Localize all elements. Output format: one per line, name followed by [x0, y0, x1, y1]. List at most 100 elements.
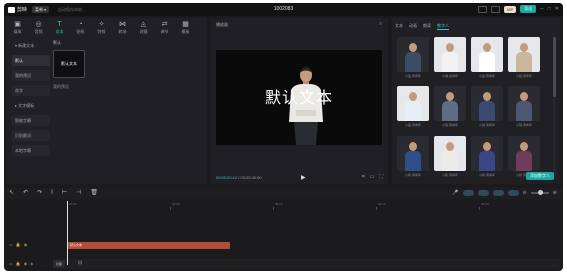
app-window: 剪映 菜单 ▾ 自动保存本地 ... 1002083 VIP 导出 ─ □ ✕ … — [4, 3, 563, 271]
ruler-tick — [170, 207, 171, 210]
avatar-head — [520, 43, 528, 52]
tab-audio[interactable]: ◎ 音频 — [28, 18, 49, 37]
track-type-icon: ▭ — [9, 261, 13, 266]
avatar-card[interactable]: 小铭·男青年 — [397, 86, 429, 131]
avatar-card[interactable]: 小铭·男青年 — [471, 37, 503, 82]
avatar-body — [405, 52, 421, 72]
preview-screen[interactable]: 默认文本 — [216, 50, 382, 145]
avatar-card[interactable]: 小新·男青年 — [471, 135, 503, 181]
avatar-head — [446, 43, 454, 52]
mic-icon[interactable]: 🎤 — [452, 190, 458, 196]
text-clip[interactable]: 默认文本 — [67, 242, 230, 249]
sidebar-item-default[interactable]: 默认 — [12, 55, 50, 66]
scrollbar-thumb[interactable] — [553, 37, 556, 97]
avatar-card[interactable]: 小铭·男青年 — [397, 37, 429, 82]
section-title: 默认 — [53, 40, 61, 45]
minimize-icon[interactable]: ─ — [540, 6, 544, 12]
player-controls: ⌗ ▭ ⛶ — [362, 174, 383, 180]
maximize-icon[interactable]: □ — [548, 6, 551, 12]
player-panel: 播放器 ≡ 默认文本 00:00:00:12 / 00:00:40:00 ▶ ⌗… — [211, 18, 388, 184]
tab-text-props[interactable]: 文本 — [395, 23, 403, 30]
tab-template[interactable]: ▦ 模板 — [175, 18, 196, 37]
playhead[interactable] — [67, 201, 68, 265]
undo-icon[interactable]: ↶ — [23, 190, 28, 197]
avatar-name: 小铭·男青年 — [405, 74, 421, 78]
tab-filter[interactable]: ◬ 滤镜 — [133, 18, 154, 37]
linkage-toggle[interactable] — [492, 190, 504, 196]
tab-sticker[interactable]: ◔ 贴纸 — [70, 18, 91, 37]
shortcut-icon[interactable] — [490, 5, 500, 13]
avatar-name: 小铭·男青年 — [479, 74, 495, 78]
default-text-card[interactable]: 默认文本 — [53, 50, 85, 78]
audio-toggle-icon[interactable]: ◈ — [30, 261, 33, 266]
tab-text[interactable]: T 文本 — [49, 18, 70, 37]
avatar-card[interactable]: 小新·男青年 — [434, 135, 466, 181]
delete-icon[interactable]: 🗑 — [90, 190, 98, 197]
close-icon[interactable]: ✕ — [555, 6, 559, 12]
zoom-slider[interactable] — [530, 190, 549, 195]
tab-label: 滤镜 — [139, 28, 148, 34]
cover-button[interactable]: 封面 — [53, 260, 65, 268]
main-track-magnet-toggle[interactable] — [462, 190, 474, 196]
ratio-icon[interactable]: ▭ — [370, 174, 375, 180]
preview-axis-toggle[interactable] — [507, 190, 519, 196]
avatar-head — [483, 43, 491, 52]
tab-effect[interactable]: ✧ 特效 — [91, 18, 112, 37]
add-media-icon[interactable]: ⊟ — [78, 260, 82, 266]
avatar-head — [483, 92, 491, 102]
tab-label: 调节 — [160, 28, 169, 34]
avatar-head — [446, 141, 454, 151]
main-track[interactable] — [64, 259, 560, 269]
eye-icon[interactable]: ◉ — [24, 242, 28, 247]
select-tool-icon[interactable]: ↖ — [9, 190, 14, 197]
lock-icon[interactable]: 🔒 — [16, 242, 21, 247]
sidebar-item-my-presets[interactable]: 我的预设 — [12, 70, 50, 81]
tab-read-aloud[interactable]: 朗读 — [423, 23, 431, 30]
play-button[interactable]: ▶ — [301, 174, 306, 181]
zoom-in-icon[interactable]: ⊕ — [553, 190, 557, 196]
tab-animation[interactable]: 动画 — [409, 23, 417, 30]
sidebar-item-fancy-text[interactable]: 花字 — [12, 85, 50, 96]
zoom-out-icon[interactable]: ⊖ — [523, 190, 527, 196]
add-digital-human-button[interactable]: 添加数字人 — [526, 172, 554, 180]
split-right-icon[interactable]: ⊣ — [76, 190, 81, 197]
layout-icon[interactable] — [477, 5, 487, 13]
tab-media[interactable]: ▣ 媒体 — [7, 18, 28, 37]
timeline-ruler[interactable]: 00:00 00:05 00:10 00:15 00:20 — [64, 201, 560, 210]
avatar-card[interactable]: 小锐·男青年 — [471, 86, 503, 131]
sidebar-item-new-text[interactable]: ▾ 新建文本 — [12, 40, 50, 51]
avatar-body — [405, 101, 421, 122]
tab-digital-human[interactable]: 数字人 — [437, 23, 449, 30]
ruler-label: 00:00 — [69, 202, 77, 206]
lock-icon[interactable]: 🔒 — [16, 261, 21, 266]
sidebar-item-text-templates[interactable]: ▸ 文字模板 — [12, 100, 50, 111]
timeline-toolbar: ↖ ↶ ↷ Ⅰ ⊢ ⊣ 🗑 🎤 ⊖ ⊕ — [4, 188, 563, 199]
avatar-card[interactable]: 小铭·男青年 — [508, 37, 540, 82]
tab-label: 贴纸 — [76, 28, 85, 34]
current-time: 00:00:00:12 — [216, 175, 238, 180]
avatar-card[interactable]: 小锐·男青年 — [434, 86, 466, 131]
tab-adjust[interactable]: ⇄ 调节 — [154, 18, 175, 37]
eye-icon[interactable]: ◉ — [24, 261, 28, 266]
export-button[interactable]: 导出 — [520, 5, 537, 13]
tab-transition[interactable]: ⋈ 转场 — [112, 18, 133, 37]
overlay-text[interactable]: 默认文本 — [216, 84, 382, 108]
avatar-name: 小琪·女青年 — [442, 74, 458, 78]
text-track-header: ▭ 🔒 ◉ — [9, 242, 27, 247]
redo-icon[interactable]: ↷ — [37, 190, 42, 197]
vip-badge[interactable]: VIP — [503, 5, 517, 13]
tab-label: 文本 — [55, 28, 64, 34]
sidebar-item-local-captions[interactable]: 本地字幕 — [12, 145, 50, 156]
split-left-icon[interactable]: ⊢ — [62, 190, 67, 197]
auto-snap-toggle[interactable] — [477, 190, 489, 196]
sidebar-item-auto-captions[interactable]: 智能字幕 — [12, 115, 50, 126]
avatar-card[interactable]: 小琪·女青年 — [434, 37, 466, 82]
avatar-card[interactable]: 小锐·男青年 — [508, 86, 540, 131]
avatar-body — [405, 150, 421, 171]
player-menu-icon[interactable]: ≡ — [379, 21, 382, 27]
avatar-card[interactable]: 小新·男青年 — [397, 135, 429, 181]
split-icon[interactable]: Ⅰ — [51, 190, 53, 197]
crop-icon[interactable]: ⌗ — [362, 174, 365, 180]
sidebar-item-lyrics[interactable]: 识别歌词 — [12, 130, 50, 141]
fullscreen-icon[interactable]: ⛶ — [379, 174, 383, 180]
